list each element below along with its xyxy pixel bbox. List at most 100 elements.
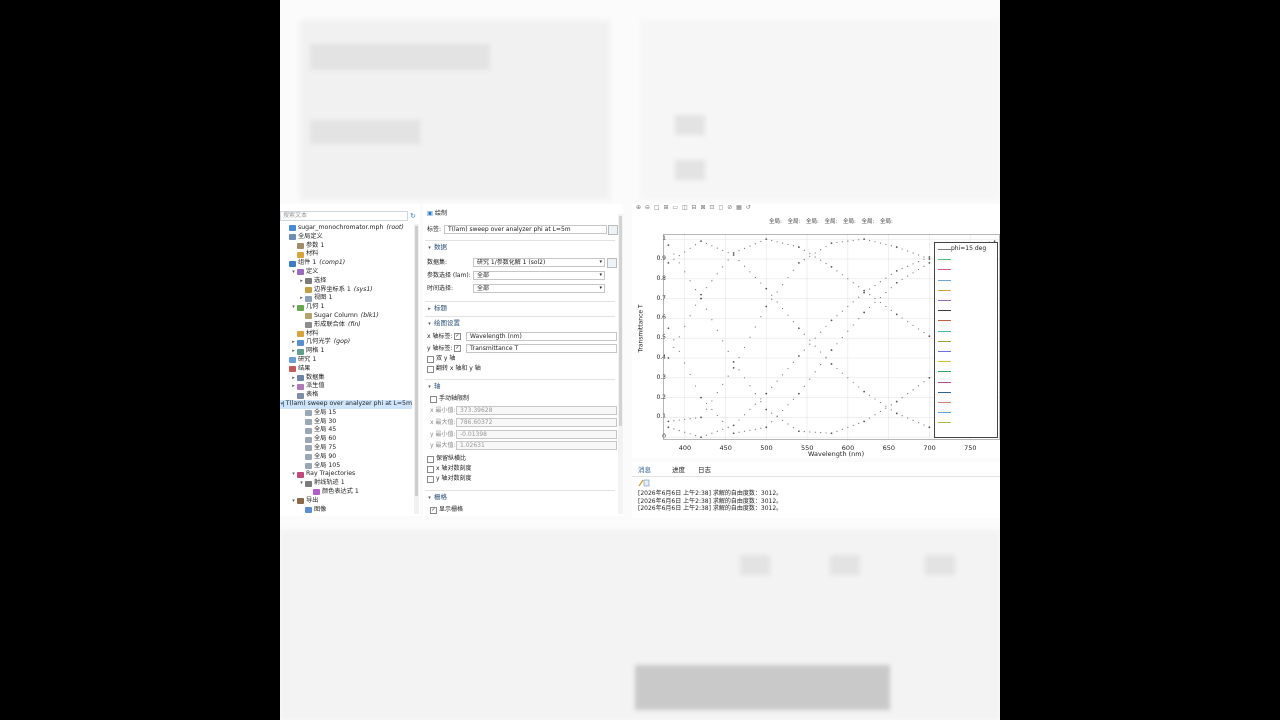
refresh-icon[interactable]: ↻ — [410, 212, 416, 221]
tree-item-label: 选择 — [314, 276, 327, 284]
chevron-down-icon[interactable]: ▾ — [298, 479, 305, 488]
tree-item[interactable]: 边界坐标系 1 (sys1) — [280, 286, 412, 295]
tree-item[interactable]: 全局 60 — [280, 435, 412, 444]
tree-item[interactable]: 全局 75 — [280, 444, 412, 453]
data-point-interp — [771, 298, 773, 300]
section-data[interactable]: ▾ 数据 — [425, 240, 615, 253]
tree-item[interactable]: ▾ T(lam) sweep over analyzer phi at L=5m — [280, 399, 412, 409]
chevron-right-icon[interactable]: ▸ — [298, 277, 305, 286]
tree-item[interactable]: ▸ 视图 1 — [280, 294, 412, 303]
blurred-button-1 — [675, 115, 705, 135]
data-point-interp — [820, 432, 822, 434]
tree-item[interactable]: 材料 — [280, 330, 412, 339]
chevron-right-icon[interactable]: ▸ — [290, 382, 297, 391]
flip-xy-checkbox[interactable] — [427, 366, 434, 373]
ray-trajectories-icon — [297, 471, 304, 478]
y-min-field[interactable]: -0.01398 — [456, 430, 617, 439]
section-grid[interactable]: ▾ 栅格 — [425, 490, 615, 503]
tree-item[interactable]: 全局定义 — [280, 233, 412, 242]
x-axis-label-checkbox[interactable]: ✓ — [454, 333, 461, 340]
time-selection-select[interactable]: 全部 ▾ — [473, 284, 605, 293]
data-point-interp — [781, 284, 784, 286]
y-axis-label-field[interactable]: Transmittance T — [466, 344, 617, 353]
data-point-interp — [678, 430, 680, 432]
dataset-goto-button[interactable] — [607, 258, 617, 268]
dual-y-label: 双 y 轴 — [436, 355, 456, 362]
section-plot-settings[interactable]: ▾ 绘图设置 — [425, 316, 615, 329]
tree-item[interactable]: ▸ 数据集 — [280, 374, 412, 383]
tree-item[interactable]: ▾ 定义 — [280, 268, 412, 277]
y-log-checkbox[interactable] — [427, 476, 434, 483]
data-point-interp — [836, 343, 838, 345]
tree-item[interactable]: ▾ 几何 1 — [280, 303, 412, 312]
tree-item[interactable]: 全局 105 — [280, 462, 412, 471]
settings-scrollbar[interactable] — [618, 214, 623, 514]
data-point-interp — [738, 250, 740, 252]
chevron-right-icon[interactable]: ▸ — [290, 338, 297, 347]
tree-item[interactable]: 形成联合体 (fin) — [280, 321, 412, 330]
tree-item[interactable]: Sugar Column (blk1) — [280, 312, 412, 321]
chevron-right-icon[interactable]: ▸ — [290, 374, 297, 383]
tree-item[interactable]: ▸ 选择 — [280, 277, 412, 286]
param-selection-select[interactable]: 全部 ▾ — [473, 271, 605, 280]
tree-item[interactable]: 表格 — [280, 391, 412, 400]
data-point-interp — [738, 419, 740, 421]
clear-messages-icon[interactable] — [638, 479, 650, 487]
tree-search-input[interactable]: 搜索文本 — [280, 211, 408, 221]
tree-item[interactable]: ▸ 几何光学 (gop) — [280, 338, 412, 347]
data-point — [667, 426, 670, 429]
manual-axis-checkbox[interactable] — [430, 396, 437, 403]
section-axis[interactable]: ▾ 轴 — [425, 379, 615, 392]
label-field-label: 标签: — [427, 226, 442, 233]
tree-item[interactable]: sugar_monochromator.mph (root) — [280, 224, 412, 233]
label-reset-button[interactable] — [608, 225, 618, 235]
tree-item[interactable]: 全局 90 — [280, 453, 412, 462]
preserve-aspect-checkbox[interactable] — [427, 456, 434, 463]
tree-scrollbar[interactable] — [414, 224, 419, 514]
tree-item[interactable]: ▸ 网格 1 — [280, 347, 412, 356]
section-title[interactable]: ▸ 标题 — [425, 301, 615, 314]
dual-y-checkbox[interactable] — [427, 356, 434, 363]
show-grid-checkbox[interactable]: ✓ — [430, 507, 437, 514]
tree-item[interactable]: 材料 — [280, 250, 412, 259]
tab-messages[interactable]: 消息 — [638, 466, 651, 475]
data-point-interp — [809, 343, 811, 345]
tab-progress[interactable]: 进度 — [672, 466, 685, 475]
tree-item-label: 表格 — [306, 391, 319, 399]
chevron-right-icon[interactable]: ▸ — [290, 347, 297, 356]
tree-item[interactable]: 参数 1 — [280, 242, 412, 251]
tree-item-label: 几何光学 — [306, 338, 331, 346]
tree-item[interactable]: 组件 1 (comp1) — [280, 259, 412, 268]
chevron-down-icon[interactable]: ▾ — [290, 497, 297, 506]
y-axis-label-checkbox[interactable]: ✓ — [454, 345, 461, 352]
global-plot-icon — [305, 462, 312, 469]
chevron-down-icon[interactable]: ▾ — [290, 303, 297, 312]
tree-item[interactable]: 全局 30 — [280, 418, 412, 427]
label-field[interactable]: T(lam) sweep over analyzer phi at L=5m — [444, 225, 607, 234]
data-point-interp — [874, 284, 876, 286]
x-axis-label-field[interactable]: Wavelength (nm) — [466, 332, 617, 341]
tree-item[interactable]: 全局 15 — [280, 409, 412, 418]
tree-item[interactable]: 颜色表达式 1 — [280, 488, 412, 497]
tree-item[interactable]: 结果 — [280, 365, 412, 374]
tab-log[interactable]: 日志 — [698, 466, 711, 475]
data-point-interp — [841, 274, 843, 276]
chevron-down-icon[interactable]: ▾ — [290, 470, 297, 479]
tree-item[interactable]: 图像 — [280, 506, 412, 515]
graphics-toolbar[interactable]: ⊕ ⊖ □ ⊞ ▭ ◫ ⊟ ⊠ ⊡ ◻ ⊘ ▦ ↺ — [636, 204, 752, 213]
tree-item[interactable]: 研究 1 — [280, 356, 412, 365]
chevron-down-icon[interactable]: ▾ — [290, 268, 297, 277]
chevron-right-icon[interactable]: ▸ — [298, 294, 305, 303]
x-max-field[interactable]: 786.60372 — [456, 418, 617, 427]
tree-item[interactable]: 全局 45 — [280, 426, 412, 435]
dataset-select[interactable]: 研究 1/参数化解 1 (sol2) ▾ — [473, 258, 605, 267]
tree-item[interactable]: ▾ 导出 — [280, 497, 412, 506]
x-log-checkbox[interactable] — [427, 466, 434, 473]
x-min-field[interactable]: 373.39628 — [456, 406, 617, 415]
y-max-field[interactable]: 1.02631 — [456, 441, 617, 450]
tree-item[interactable]: ▾ Ray Trajectories — [280, 470, 412, 479]
view-icon — [305, 295, 312, 302]
tree-item[interactable]: ▸ 派生值 — [280, 382, 412, 391]
materials-icon — [297, 251, 304, 258]
tree-item[interactable]: ▾ 射线轨迹 1 — [280, 479, 412, 488]
